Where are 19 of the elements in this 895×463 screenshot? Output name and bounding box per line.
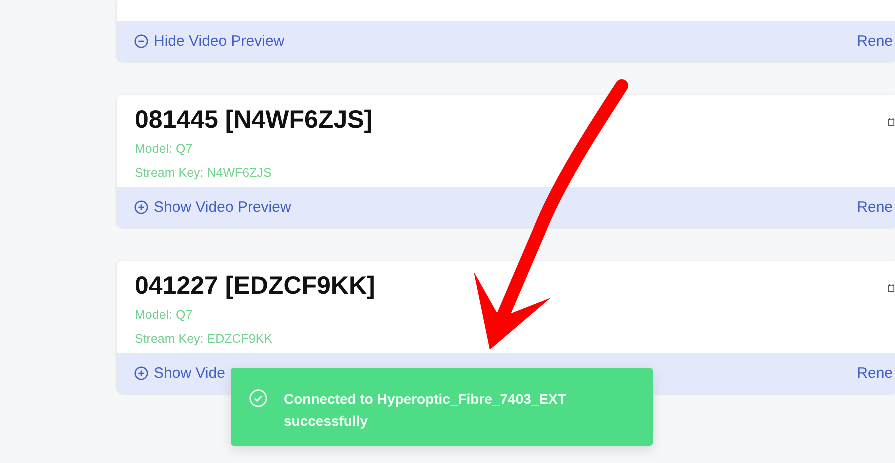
model-text: Model: Q7	[135, 141, 194, 158]
device-title: 041227 [EDZCF9KK]	[135, 271, 376, 302]
preview-toggle-link[interactable]: Show Vide	[134, 364, 226, 382]
check-circle-icon	[249, 389, 268, 408]
renew-link[interactable]: Rene	[857, 198, 893, 216]
minus-circle-icon	[134, 34, 149, 48]
plus-circle-icon	[134, 200, 149, 214]
preview-toggle-link[interactable]: Show Video Preview	[134, 198, 292, 216]
stream-key-text: Stream Key: N4WF6ZJS	[135, 165, 273, 182]
calendar-icon	[888, 283, 895, 293]
renew-link[interactable]: Rene	[857, 364, 893, 382]
toast-message: Connected to Hyperoptic_Fibre_7403_EXT successfully	[284, 390, 568, 431]
device-title: 081445 [N4WF6ZJS]	[135, 105, 373, 136]
preview-toggle-link[interactable]: Hide Video Preview	[134, 32, 285, 50]
plus-circle-icon	[134, 366, 149, 380]
stream-key-text: Stream Key: EDZCF9KK	[135, 331, 274, 348]
model-text: Model: Q7	[135, 307, 194, 324]
calendar-icon	[888, 117, 895, 127]
renew-link[interactable]: Rene	[857, 32, 893, 50]
